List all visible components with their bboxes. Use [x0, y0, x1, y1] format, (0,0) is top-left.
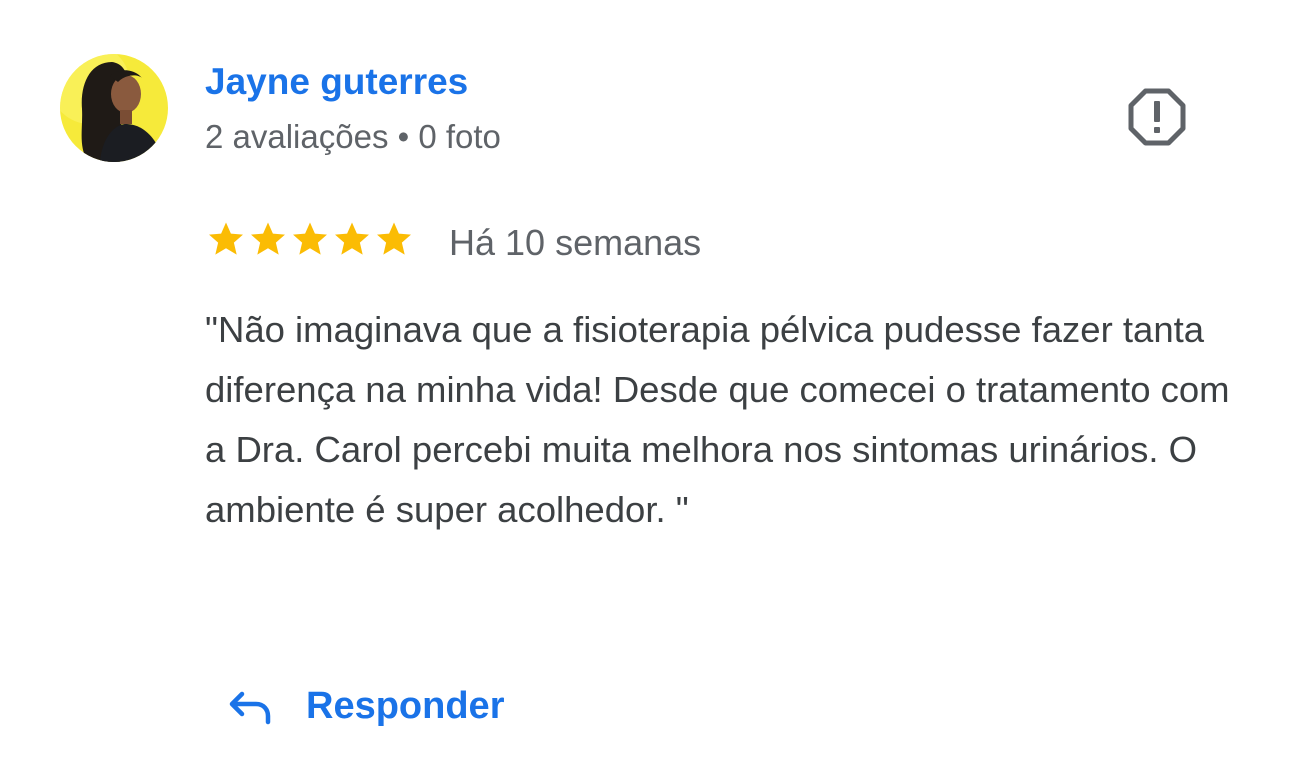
- author-name[interactable]: Jayne guterres: [205, 60, 468, 104]
- reply-label: Responder: [306, 685, 505, 727]
- star-icon: [293, 222, 327, 255]
- avatar[interactable]: [60, 54, 168, 162]
- star-icon: [251, 222, 285, 255]
- avatar-photo: [60, 54, 168, 162]
- star-icon: [335, 222, 369, 255]
- star-rating: [205, 218, 415, 260]
- reply-arrow-icon: [229, 691, 271, 725]
- author-meta: 2 avaliações • 0 foto: [205, 118, 501, 155]
- review-date: Há 10 semanas: [449, 222, 702, 263]
- reply-button[interactable]: Responder: [226, 676, 504, 736]
- star-icon: [209, 222, 243, 255]
- star-icon: [377, 222, 411, 255]
- review-text: "Não imaginava que a fisioterapia pélvic…: [205, 309, 1230, 530]
- report-icon[interactable]: [1126, 86, 1188, 148]
